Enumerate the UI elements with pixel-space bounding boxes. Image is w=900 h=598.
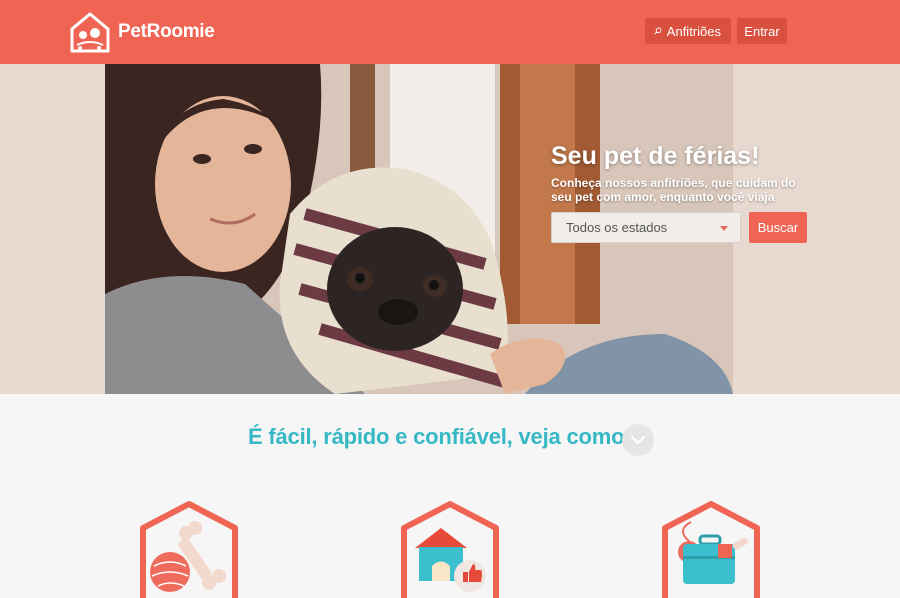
brand-name: PetRoomie bbox=[118, 21, 215, 42]
brand-logo[interactable]: PetRoomie bbox=[68, 11, 215, 53]
state-select[interactable]: Todos os estados bbox=[551, 212, 741, 243]
login-button[interactable]: Entrar bbox=[737, 18, 787, 44]
chevron-down-icon bbox=[720, 226, 728, 231]
hero-text: Seu pet de férias! Conheça nossos anfitr… bbox=[551, 140, 831, 204]
step-yarn-bone bbox=[134, 500, 244, 598]
chevron-down-icon bbox=[630, 435, 646, 445]
hero-subtitle: Conheça nossos anfitriões, que cuidam do… bbox=[551, 176, 796, 204]
dog-house-icon bbox=[401, 501, 499, 598]
step-suitcase bbox=[656, 500, 766, 598]
logo-icon bbox=[70, 12, 110, 53]
top-navbar: PetRoomie Anfitriões Entrar bbox=[0, 0, 900, 64]
how-it-works-title: É fácil, rápido e confiável, veja como. bbox=[248, 424, 631, 449]
search-icon bbox=[654, 27, 662, 35]
scroll-down-button[interactable] bbox=[622, 424, 654, 456]
step-dog-house bbox=[395, 500, 505, 598]
yarn-bone-icon bbox=[140, 501, 238, 598]
hosts-button[interactable]: Anfitriões bbox=[645, 18, 731, 44]
hosts-label: Anfitriões bbox=[666, 23, 721, 39]
suitcase-icon bbox=[662, 501, 760, 598]
state-select-value: Todos os estados bbox=[566, 220, 668, 235]
search-button[interactable]: Buscar bbox=[749, 212, 807, 243]
hero-title: Seu pet de férias! bbox=[551, 142, 760, 170]
